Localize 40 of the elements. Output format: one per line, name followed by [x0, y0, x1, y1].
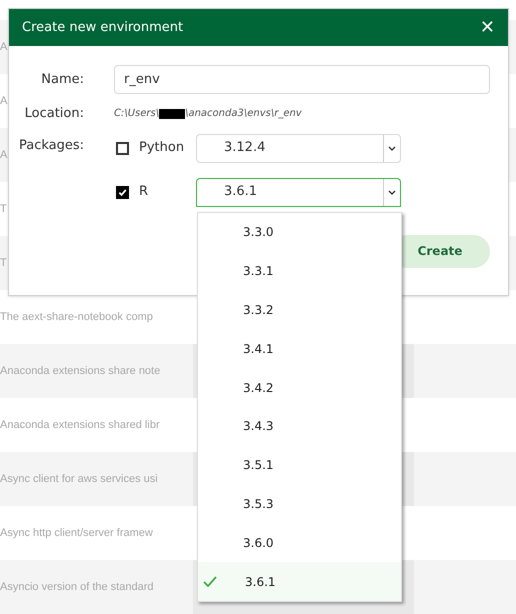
checkbox[interactable] — [116, 186, 129, 198]
package-name: Python — [139, 139, 186, 158]
dialog-title: Create new environment — [22, 18, 184, 37]
description-text: A — [0, 94, 8, 109]
name-field[interactable]: r_env — [114, 65, 490, 94]
location-path-end: \anaconda3\envs\r_env — [185, 107, 302, 122]
check-icon — [203, 576, 217, 588]
description-text: Async http client/server framew — [0, 526, 153, 541]
description-text: A — [0, 40, 8, 55]
location-path-start: C:\Users\ — [114, 107, 160, 122]
dropdown-option[interactable]: 3.3.1 — [198, 252, 401, 291]
dropdown-option[interactable]: 3.6.0 — [198, 523, 401, 562]
check-icon — [118, 188, 127, 196]
dropdown-option[interactable]: 3.5.1 — [198, 446, 401, 485]
dropdown-option[interactable]: 3.3.0 — [198, 213, 401, 252]
dropdown-option[interactable]: 3.6.1 — [198, 562, 401, 601]
chevron-down-icon — [388, 190, 396, 194]
package-name: R — [139, 183, 150, 202]
dropdown-option[interactable]: 3.4.2 — [198, 368, 401, 407]
dropdown-option[interactable]: 3.4.1 — [198, 329, 401, 368]
description-text: T — [0, 256, 7, 271]
location-label: Location: — [24, 105, 84, 123]
checkbox[interactable] — [116, 142, 129, 154]
name-label: Name: — [40, 70, 84, 89]
description-text: Anaconda extensions share note — [0, 364, 160, 379]
version-select[interactable]: 3.12.4 — [196, 134, 401, 162]
dropdown-option[interactable]: 3.4.3 — [198, 406, 401, 446]
dropdown-option[interactable]: 3.5.3 — [198, 484, 401, 524]
packages-label: Packages: — [19, 136, 84, 154]
description-text: Asyncio version of the standard — [0, 580, 154, 595]
chevron-down-icon — [388, 146, 396, 150]
dropdown-option[interactable]: 3.3.2 — [198, 290, 401, 330]
description-text: Async client for aws services usi — [0, 472, 158, 487]
description-text: T — [0, 202, 7, 217]
redaction-bar — [159, 108, 186, 119]
close-button[interactable]: ✕ — [480, 18, 495, 36]
description-text: Anaconda extensions shared libr — [0, 418, 160, 433]
version-select[interactable]: 3.6.1 — [196, 178, 401, 206]
description-text: The aext-share-notebook comp — [0, 310, 153, 325]
description-text: A — [0, 148, 8, 163]
